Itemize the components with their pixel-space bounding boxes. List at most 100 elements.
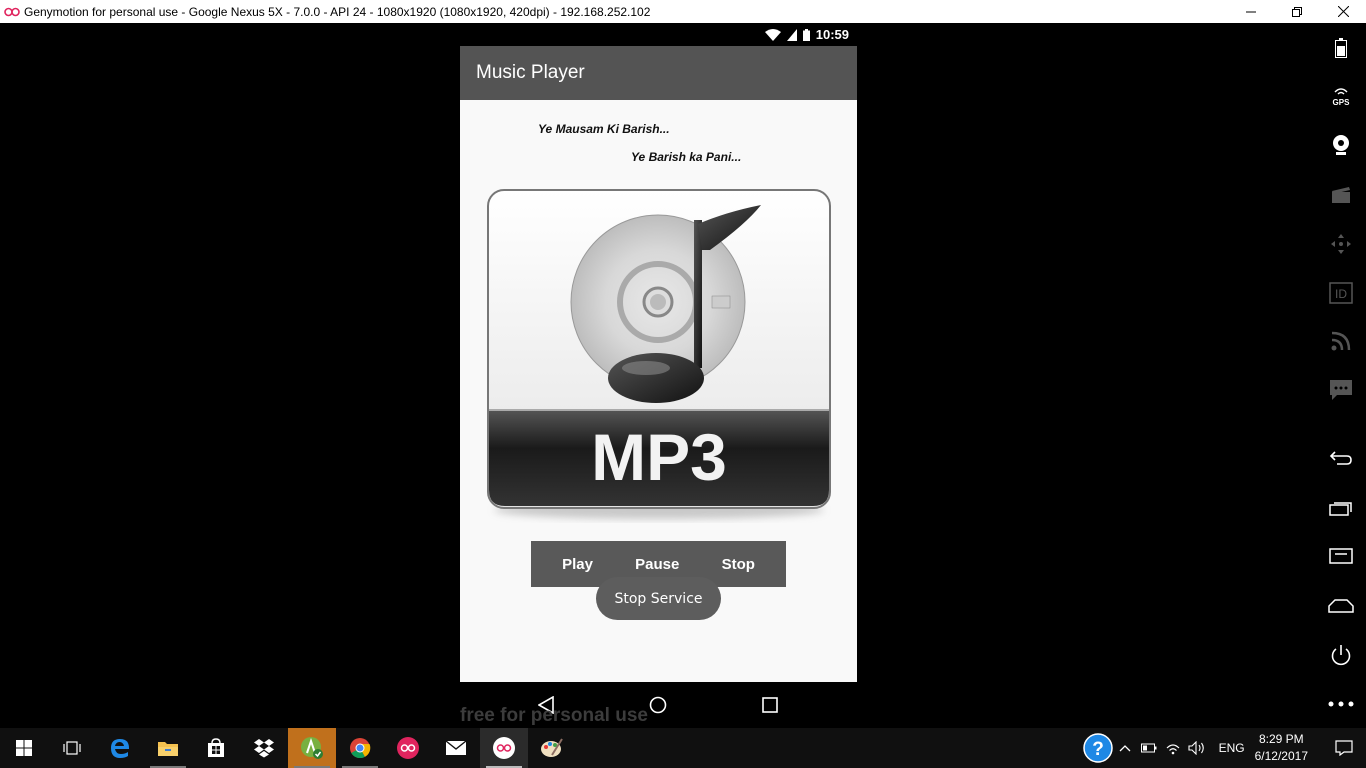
minimize-icon [1246,11,1256,12]
camera-icon [1333,135,1349,155]
volume-icon [1188,741,1204,755]
svg-text:?: ? [1092,739,1104,760]
window-title: Genymotion for personal use - Google Nex… [24,4,651,19]
taskbar-clock[interactable]: 8:29 PM 6/12/2017 [1255,731,1308,765]
genymotion-icon [397,737,419,759]
task-view-icon [63,741,81,755]
app-title: Music Player [476,62,585,83]
volume-tray-button[interactable] [1185,728,1209,768]
gps-label: GPS [1333,98,1351,107]
chrome-icon [350,738,371,759]
genymotion-player-taskbar-button[interactable] [480,728,528,768]
genymotion-taskbar-button[interactable] [384,728,432,768]
close-icon [1337,6,1349,17]
mail-icon [445,740,467,755]
wifi-tray-icon [1166,744,1180,755]
action-center-button[interactable] [1322,728,1366,768]
home-circle-icon [649,696,667,714]
gps-icon: GPS [1333,88,1351,107]
chevron-up-icon [1119,745,1131,752]
genymotion-player-icon [493,737,515,759]
battery-tray-button[interactable] [1137,728,1161,768]
battery-widget-button[interactable] [1328,35,1354,61]
help-icon: ? [1082,733,1113,763]
window-titlebar: Genymotion for personal use - Google Nex… [0,0,1366,23]
media-widget-button[interactable] [1328,182,1354,208]
windows-logo-icon [16,740,32,756]
id-label: ID [1335,287,1347,301]
language-indicator[interactable]: ENG [1219,741,1245,755]
mp3-album-art: MP3 [486,188,832,524]
lyric-line-1: Ye Mausam Ki Barish... [538,122,670,136]
status-time: 10:59 [815,27,849,42]
help-button[interactable]: ? [1082,728,1113,768]
edge-taskbar-button[interactable] [96,728,144,768]
paint-taskbar-button[interactable] [528,728,576,768]
restore-icon [1292,6,1302,17]
gps-widget-button[interactable]: GPS [1328,83,1354,109]
store-taskbar-button[interactable] [192,728,240,768]
mail-taskbar-button[interactable] [432,728,480,768]
battery-icon [1335,38,1347,58]
edge-icon [111,739,129,758]
main-content: Ye Mausam Ki Barish... Ye Barish ka Pani… [460,100,857,682]
recent-apps-widget-button[interactable] [1328,495,1354,521]
network-tray-button[interactable] [1161,728,1185,768]
recent-apps-icon [1329,502,1352,516]
taskbar-date: 6/12/2017 [1254,749,1308,763]
back-widget-button[interactable] [1328,445,1354,471]
lyric-line-2: Ye Barish ka Pani... [631,150,742,164]
show-hidden-icons-button[interactable] [1113,728,1137,768]
id-widget-button[interactable]: ID [1328,280,1354,306]
camera-widget-button[interactable] [1328,132,1354,158]
store-bag-icon [208,738,224,757]
back-icon [1329,451,1352,465]
battery-tray-icon [1140,743,1157,753]
android-studio-icon [301,737,323,759]
file-explorer-taskbar-button[interactable] [144,728,192,768]
more-widget-button[interactable] [1328,691,1354,717]
dropbox-icon [254,739,274,758]
nav-home-button[interactable] [646,694,670,716]
genymotion-logo-icon [4,6,20,18]
sms-icon [1330,380,1352,400]
android-status-bar: 10:59 [460,23,857,46]
android-studio-taskbar-button[interactable] [288,728,336,768]
pause-button[interactable]: Pause [635,556,679,573]
mp3-label: MP3 [591,420,727,494]
taskbar-time: 8:29 PM [1258,732,1304,746]
task-view-button[interactable] [48,728,96,768]
close-button[interactable] [1320,0,1366,23]
windows-taskbar: ? ENG 8:29 PM 6/12/2017 [0,728,1366,768]
rss-widget-button[interactable] [1328,328,1354,354]
home-icon [1328,599,1354,613]
signal-icon [786,28,797,41]
more-icon [1328,701,1354,707]
paint-palette-icon [541,738,563,757]
rss-icon [1331,331,1351,351]
genymotion-side-toolbar: GPS ID [1316,23,1366,728]
power-widget-button[interactable] [1328,642,1354,668]
battery-icon [802,28,810,41]
play-button[interactable]: Play [562,556,593,573]
watermark-text: free for personal use [460,705,648,726]
nav-recents-button[interactable] [758,694,782,716]
restore-button[interactable] [1274,0,1320,23]
system-tray: ? ENG 8:29 PM 6/12/2017 [1082,728,1366,768]
notification-icon [1335,740,1353,756]
start-button[interactable] [0,728,48,768]
stop-button[interactable]: Stop [722,556,755,573]
menu-widget-button[interactable] [1328,543,1354,569]
sms-widget-button[interactable] [1328,377,1354,403]
home-widget-button[interactable] [1328,593,1354,619]
media-icon [1332,187,1350,203]
dropbox-taskbar-button[interactable] [240,728,288,768]
menu-icon [1329,548,1353,564]
power-icon [1331,645,1351,666]
minimize-button[interactable] [1228,0,1274,23]
chrome-taskbar-button[interactable] [336,728,384,768]
folder-icon [158,742,178,756]
recents-square-icon [762,697,778,713]
move-icon [1331,234,1351,254]
move-widget-button[interactable] [1328,231,1354,257]
